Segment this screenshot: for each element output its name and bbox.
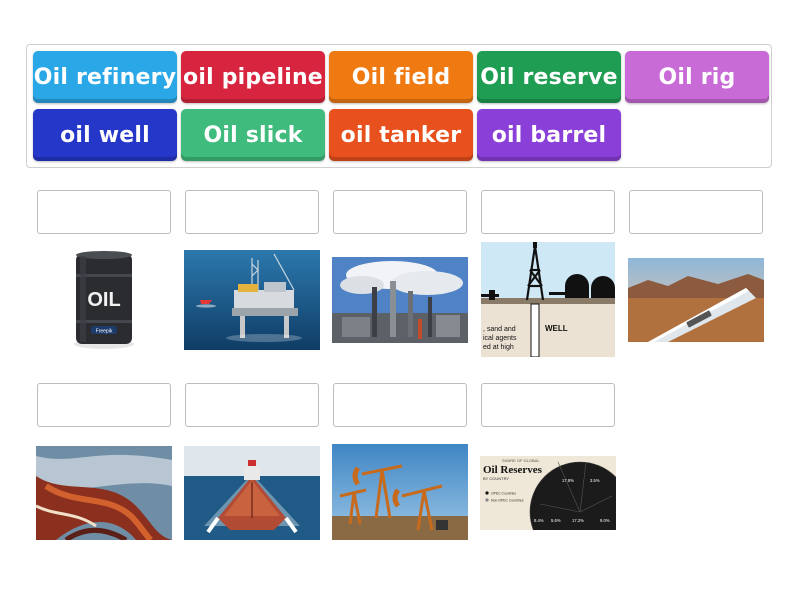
well-label: WELL (545, 324, 568, 333)
oil-barrel-image: OIL Freepik (36, 244, 172, 354)
oil-reserves-infographic-image: SHARE OF GLOBAL Oil Reserves BY COUNTRY … (480, 456, 616, 530)
tile-oil-refinery[interactable]: Oil refinery (33, 51, 177, 103)
drop-slot-8[interactable] (333, 383, 467, 427)
reserves-value-6: 9.0% (600, 518, 610, 523)
well-caption-3: ed at high (483, 344, 514, 351)
tile-oil-well[interactable]: oil well (33, 109, 177, 161)
offshore-oil-rig-image (184, 250, 320, 350)
oil-field-pumpjacks-image (332, 444, 468, 540)
reserves-subtitle: BY COUNTRY (483, 476, 509, 481)
tile-oil-barrel[interactable]: oil barrel (477, 109, 621, 161)
tile-oil-pipeline[interactable]: oil pipeline (181, 51, 325, 103)
drop-slot-1[interactable] (37, 190, 171, 234)
reserves-kicker: SHARE OF GLOBAL (502, 458, 540, 463)
reserves-value-3: 8.4% (534, 518, 544, 523)
drop-slot-2[interactable] (185, 190, 319, 234)
barrel-text: OIL (87, 289, 120, 311)
drop-slot-6[interactable] (37, 383, 171, 427)
barrel-brand: Freepik (96, 329, 113, 335)
legend-non-opec: Non-OPEC Countries (491, 499, 524, 503)
drop-slot-7[interactable] (185, 383, 319, 427)
reserves-value-4: 5.6% (551, 518, 561, 523)
oil-refinery-image (332, 257, 468, 343)
drop-slot-5[interactable] (629, 190, 763, 234)
well-caption-1: , sand and (483, 326, 516, 333)
reserves-value-5: 17.2% (572, 518, 584, 523)
well-caption-2: ical agents (483, 335, 517, 342)
tile-oil-slick[interactable]: Oil slick (181, 109, 325, 161)
reserves-value-1: 17.8% (562, 478, 574, 483)
drop-slot-9[interactable] (481, 383, 615, 427)
tile-oil-rig[interactable]: Oil rig (625, 51, 769, 103)
oil-well-diagram-image: WELL , sand and ical agents ed at high (481, 242, 615, 357)
oil-slick-image (36, 446, 172, 540)
tile-oil-field[interactable]: Oil field (329, 51, 473, 103)
legend-opec: OPEC Countries (491, 492, 516, 496)
drop-slot-3[interactable] (333, 190, 467, 234)
tile-oil-reserve[interactable]: Oil reserve (477, 51, 621, 103)
oil-tanker-image (184, 446, 320, 540)
word-bank: Oil refinery oil pipeline Oil field Oil … (26, 44, 772, 168)
oil-pipeline-image (628, 258, 764, 342)
drop-slot-4[interactable] (481, 190, 615, 234)
tile-oil-tanker[interactable]: oil tanker (329, 109, 473, 161)
reserves-title: Oil Reserves (483, 464, 543, 476)
reserves-value-2: 3.5% (590, 478, 600, 483)
